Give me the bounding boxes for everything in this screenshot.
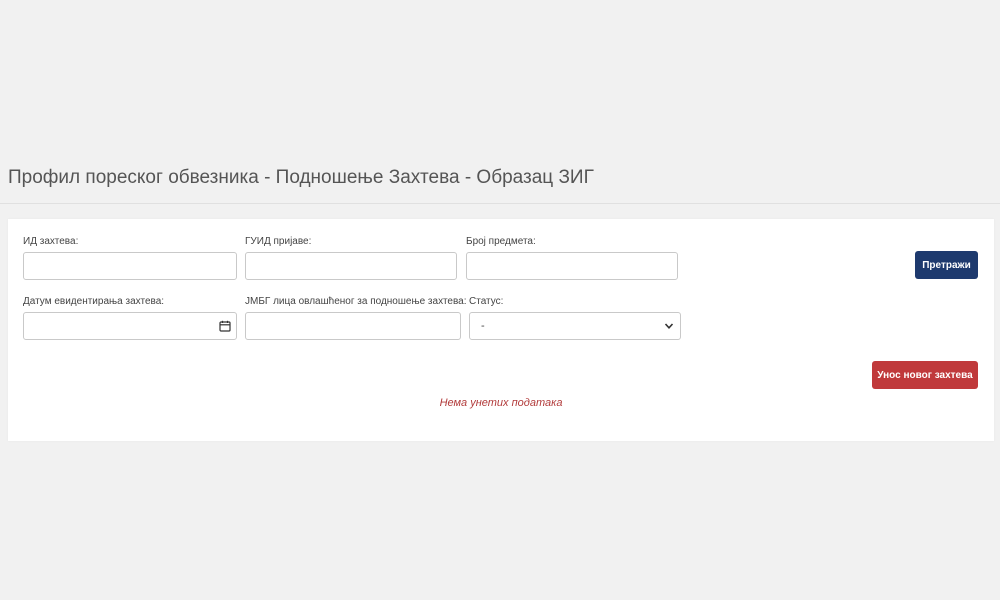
- case-number-label: Број предмета:: [466, 236, 536, 247]
- request-id-label: ИД захтева:: [23, 236, 79, 247]
- chevron-down-icon: [664, 323, 674, 329]
- case-number-field: Број предмета:: [466, 236, 678, 280]
- calendar-icon[interactable]: [219, 320, 231, 332]
- title-divider: [0, 203, 1000, 204]
- case-number-input[interactable]: [466, 252, 678, 280]
- request-id-input[interactable]: [23, 252, 237, 280]
- request-id-field: ИД захтева:: [23, 236, 237, 280]
- jmbg-label: ЈМБГ лица овлашћеног за подношење захтев…: [245, 296, 467, 307]
- status-label: Статус:: [469, 296, 504, 307]
- page-title: Профил пореског обвезника - Подношење За…: [8, 167, 594, 188]
- status-selected-value: -: [481, 320, 485, 332]
- jmbg-field: ЈМБГ лица овлашћеног за подношење захтев…: [245, 296, 467, 340]
- empty-results-message: Нема унетих података: [439, 397, 563, 409]
- status-select[interactable]: -: [469, 312, 681, 340]
- search-button[interactable]: Претражи: [915, 251, 978, 279]
- record-date-label: Датум евидентирања захтева:: [23, 296, 165, 307]
- guid-field: ГУИД пријаве:: [245, 236, 457, 280]
- record-date-field: Датум евидентирања захтева:: [23, 296, 237, 340]
- guid-label: ГУИД пријаве:: [245, 236, 312, 247]
- record-date-input[interactable]: [23, 312, 237, 340]
- guid-input[interactable]: [245, 252, 457, 280]
- jmbg-input[interactable]: [245, 312, 461, 340]
- search-form-card: ИД захтева: ГУИД пријаве: Број предмета:…: [8, 219, 994, 441]
- new-request-button[interactable]: Унос новог захтева: [872, 361, 978, 389]
- status-field: Статус: -: [469, 296, 681, 340]
